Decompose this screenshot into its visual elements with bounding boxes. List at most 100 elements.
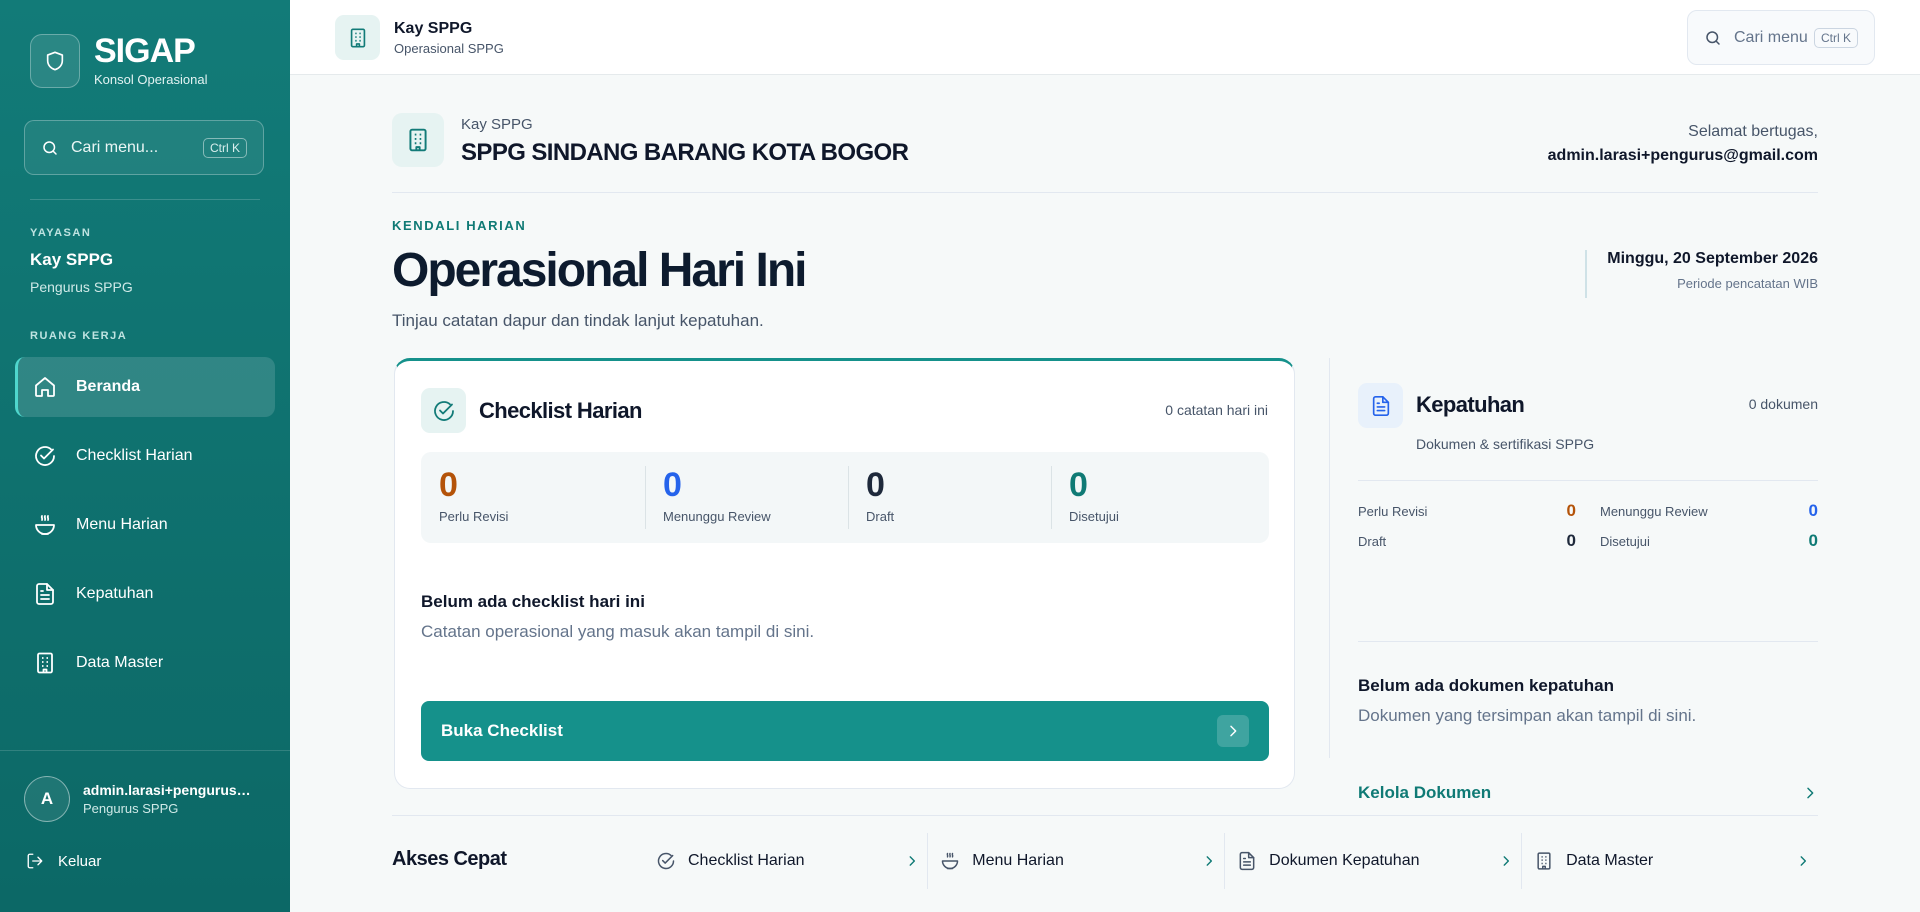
sidebar-item-data-master[interactable]: Data Master xyxy=(15,633,275,693)
site-name: SPPG SINDANG BARANG KOTA BOGOR xyxy=(461,139,909,166)
sidebar-item-label: Beranda xyxy=(76,378,141,395)
stat-label: Menunggu Review xyxy=(1600,503,1708,519)
chevron-right-icon xyxy=(1802,785,1818,801)
topbar-search-placeholder: Cari menu xyxy=(1734,28,1808,46)
chevron-right-icon xyxy=(1796,854,1810,868)
check-circle-icon xyxy=(31,444,59,468)
building-icon xyxy=(392,113,444,167)
divider xyxy=(0,750,290,751)
divider xyxy=(392,815,1818,816)
sidebar-item-label: Kepatuhan xyxy=(76,585,154,602)
stat-value: 0 xyxy=(866,466,885,504)
open-checklist-label: Buka Checklist xyxy=(441,721,563,740)
date-note: Periode pencatatan WIB xyxy=(1677,276,1818,291)
search-icon xyxy=(1704,29,1722,47)
stat-value: 0 xyxy=(1808,501,1818,520)
stat-draft[interactable]: 0 Draft xyxy=(848,452,1051,543)
compliance-stat-menunggu-review[interactable]: Menunggu Review 0 xyxy=(1588,501,1818,521)
sidebar-item-label: Checklist Harian xyxy=(76,447,193,464)
checklist-empty-title: Belum ada checklist hari ini xyxy=(421,592,645,611)
open-checklist-button[interactable]: Buka Checklist xyxy=(421,701,1269,761)
site-header: Kay SPPG SPPG SINDANG BARANG KOTA BOGOR … xyxy=(392,113,1818,193)
sidebar-search[interactable]: Cari menu... Ctrl K xyxy=(24,120,264,175)
building-icon xyxy=(335,15,380,60)
topbar-search[interactable]: Cari menu Ctrl K xyxy=(1687,10,1875,65)
checklist-title: Checklist Harian xyxy=(479,397,642,423)
quick-link-menu-harian[interactable]: Menu Harian xyxy=(927,833,1224,889)
brand[interactable]: SIGAP Konsol Operasional xyxy=(30,33,207,88)
sidebar-item-checklist-harian[interactable]: Checklist Harian xyxy=(15,426,275,486)
quick-link-data-master[interactable]: Data Master xyxy=(1521,833,1818,889)
quick-link-checklist-harian[interactable]: Checklist Harian xyxy=(644,833,927,889)
stat-value: 0 xyxy=(439,466,458,504)
compliance-panel: Kepatuhan 0 dokumen Dokumen & sertifikas… xyxy=(1358,383,1818,802)
building-icon xyxy=(31,651,59,675)
user-profile[interactable]: A admin.larasi+pengurus@gmail.com Pengur… xyxy=(24,776,263,822)
sidebar-search-placeholder: Cari menu... xyxy=(71,138,159,156)
topbar-title: Kay SPPG xyxy=(394,19,473,37)
quick-link-label: Data Master xyxy=(1566,852,1654,869)
topbar: Kay SPPG Operasional SPPG Cari menu Ctrl… xyxy=(290,0,1920,75)
page-title: Operasional Hari Ini xyxy=(392,244,807,297)
sidebar: SIGAP Konsol Operasional Cari menu... Ct… xyxy=(0,0,290,912)
brand-subtitle: Konsol Operasional xyxy=(94,72,208,87)
compliance-stat-draft[interactable]: Draft 0 xyxy=(1358,531,1588,551)
checklist-stats: 0 Perlu Revisi 0 Menunggu Review 0 Draft… xyxy=(421,452,1269,543)
workspace-section-label: RUANG KERJA xyxy=(30,330,128,342)
document-icon xyxy=(1237,851,1257,871)
stat-label: Menunggu Review xyxy=(663,509,771,524)
compliance-stat-disetujui[interactable]: Disetujui 0 xyxy=(1588,531,1818,551)
quick-link-label: Menu Harian xyxy=(972,852,1064,869)
page-description: Tinjau catatan dapur dan tindak lanjut k… xyxy=(392,311,764,330)
sidebar-item-menu-harian[interactable]: Menu Harian xyxy=(15,495,275,555)
sidebar-item-label: Data Master xyxy=(76,654,164,671)
org-name: Kay SPPG xyxy=(30,250,114,269)
stat-label: Draft xyxy=(1358,533,1387,549)
logout-button[interactable]: Keluar xyxy=(26,852,101,870)
compliance-empty-description: Dokumen yang tersimpan akan tampil di si… xyxy=(1358,706,1697,725)
stat-value: 0 xyxy=(1069,466,1088,504)
quick-link-dokumen-kepatuhan[interactable]: Dokumen Kepatuhan xyxy=(1224,833,1521,889)
page-eyebrow: KENDALI HARIAN xyxy=(392,218,527,233)
divider xyxy=(30,199,260,200)
search-icon xyxy=(41,139,59,157)
stat-perlu-revisi[interactable]: 0 Perlu Revisi xyxy=(421,452,645,543)
quick-link-label: Dokumen Kepatuhan xyxy=(1269,852,1420,869)
current-date: Minggu, 20 September 2026 xyxy=(1607,250,1818,267)
building-icon xyxy=(1534,851,1554,871)
sidebar-item-kepatuhan[interactable]: Kepatuhan xyxy=(15,564,275,624)
stat-menunggu-review[interactable]: 0 Menunggu Review xyxy=(645,452,848,543)
stat-value: 0 xyxy=(1566,501,1576,520)
main-content: Kay SPPG SPPG SINDANG BARANG KOTA BOGOR … xyxy=(392,75,1818,912)
logout-label: Keluar xyxy=(58,852,102,870)
brand-title: SIGAP xyxy=(94,32,196,70)
stat-value: 0 xyxy=(1566,531,1576,550)
date-box: Minggu, 20 September 2026 Periode pencat… xyxy=(1585,250,1818,298)
checklist-count: 0 catatan hari ini xyxy=(1165,402,1268,418)
check-circle-icon xyxy=(421,388,466,433)
shortcut-badge: Ctrl K xyxy=(203,137,247,158)
stat-disetujui[interactable]: 0 Disetujui xyxy=(1051,452,1269,543)
quick-access-title: Akses Cepat xyxy=(392,848,507,870)
divider xyxy=(1329,358,1330,758)
stat-value: 0 xyxy=(1808,531,1818,550)
chevron-right-icon xyxy=(1499,854,1513,868)
sidebar-item-beranda[interactable]: Beranda xyxy=(15,357,275,417)
chevron-right-icon xyxy=(1202,854,1216,868)
check-circle-icon xyxy=(656,851,676,871)
manage-documents-link[interactable]: Kelola Dokumen xyxy=(1358,783,1818,803)
divider xyxy=(1358,480,1818,481)
compliance-count: 0 dokumen xyxy=(1748,396,1818,412)
stat-label: Disetujui xyxy=(1600,533,1650,549)
compliance-stat-perlu-revisi[interactable]: Perlu Revisi 0 xyxy=(1358,501,1588,521)
stat-label: Perlu Revisi xyxy=(439,509,509,524)
chevron-right-icon xyxy=(905,854,919,868)
shield-icon xyxy=(30,33,80,88)
topbar-subtitle: Operasional SPPG xyxy=(394,40,504,56)
compliance-title: Kepatuhan xyxy=(1416,392,1525,417)
stat-label: Disetujui xyxy=(1069,509,1119,524)
quick-link-label: Checklist Harian xyxy=(688,852,805,869)
checklist-empty-description: Catatan operasional yang masuk akan tamp… xyxy=(421,622,815,641)
user-role: Pengurus SPPG xyxy=(83,801,179,816)
stat-value: 0 xyxy=(663,466,682,504)
